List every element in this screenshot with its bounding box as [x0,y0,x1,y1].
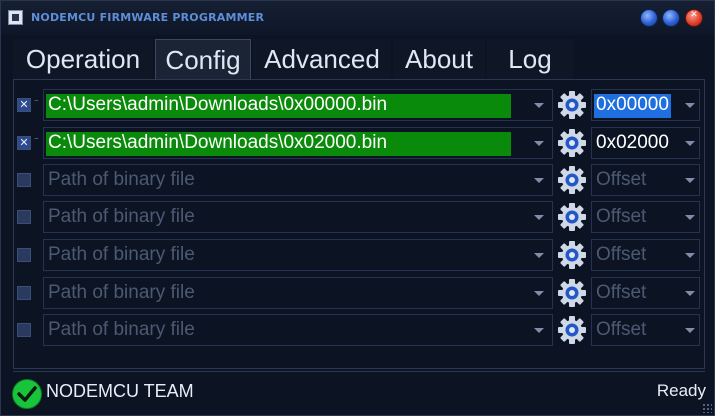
enable-checkbox[interactable] [17,286,31,300]
file-row: Path of binary file Offset [17,239,700,271]
check-icon [12,379,42,409]
offset-text: Offset [596,169,647,190]
file-row: ✕ ⁻ C:\Users\admin\Downloads\0x02000.bin 0x… [17,127,700,159]
chevron-down-icon[interactable] [685,141,695,146]
offset-combobox[interactable]: Offset [591,164,700,196]
edited-mark: ⁻ [34,136,39,146]
chevron-down-icon[interactable] [685,291,695,296]
title-bar[interactable]: NODEMCU FIRMWARE PROGRAMMER ✕ [1,1,714,35]
enable-checkbox[interactable]: ✕ [17,136,31,150]
gear-icon[interactable] [557,90,587,120]
chevron-down-icon[interactable] [534,328,544,333]
tab-log[interactable]: Log [487,39,573,79]
binary-path-combobox[interactable]: Path of binary file [43,164,553,196]
resize-grip[interactable] [702,403,712,413]
tab-operation[interactable]: Operation [13,39,153,79]
offset-text: Offset [596,282,647,303]
window-title: NODEMCU FIRMWARE PROGRAMMER [31,11,265,24]
binary-path-combobox[interactable]: Path of binary file [43,314,553,346]
maximize-button[interactable] [662,9,680,27]
offset-text: 0x00000 [594,94,671,118]
binary-path-text: Path of binary file [48,206,195,227]
binary-path-text: C:\Users\admin\Downloads\0x00000.bin [46,94,511,118]
edited-mark: ⁻ [34,98,39,108]
binary-path-text: Path of binary file [48,319,195,340]
chevron-down-icon[interactable] [685,328,695,333]
file-row: Path of binary file Offset [17,201,700,233]
close-button[interactable]: ✕ [685,9,703,27]
file-row: Path of binary file Offset [17,314,700,346]
status-bar: NODEMCU TEAM Ready [1,372,714,415]
offset-text: 0x02000 [596,132,669,153]
offset-text: Offset [596,244,647,265]
offset-combobox[interactable]: Offset [591,239,700,271]
offset-combobox[interactable]: 0x00000 [591,89,700,121]
team-label: NODEMCU TEAM [46,381,194,401]
gear-icon[interactable] [557,278,587,308]
gear-icon[interactable] [557,202,587,232]
offset-text: Offset [596,206,647,227]
close-icon: ✕ [690,10,698,20]
chevron-down-icon[interactable] [685,253,695,258]
app-window: NODEMCU FIRMWARE PROGRAMMER ✕ Operation … [0,0,715,416]
offset-combobox[interactable]: Offset [591,201,700,233]
binary-path-text: C:\Users\admin\Downloads\0x02000.bin [46,132,511,156]
chevron-down-icon[interactable] [534,103,544,108]
chevron-down-icon[interactable] [685,215,695,220]
minimize-button[interactable] [640,9,658,27]
binary-path-text: Path of binary file [48,169,195,190]
chevron-down-icon[interactable] [534,178,544,183]
tab-advanced[interactable]: Advanced [253,39,391,79]
enable-checkbox[interactable] [17,210,31,224]
gear-icon[interactable] [557,128,587,158]
tab-about[interactable]: About [393,39,485,79]
chevron-down-icon[interactable] [534,291,544,296]
chevron-down-icon[interactable] [534,253,544,258]
enable-checkbox[interactable] [17,323,31,337]
status-text: Ready [656,381,706,400]
binary-path-combobox[interactable]: Path of binary file [43,277,553,309]
binary-path-combobox[interactable]: C:\Users\admin\Downloads\0x00000.bin [43,89,553,121]
file-row: Path of binary file Offset [17,277,700,309]
binary-path-combobox[interactable]: Path of binary file [43,201,553,233]
offset-combobox[interactable]: Offset [591,314,700,346]
binary-path-text: Path of binary file [48,244,195,265]
app-icon [8,10,23,25]
enable-checkbox[interactable] [17,173,31,187]
offset-combobox[interactable]: 0x02000 [591,127,700,159]
chevron-down-icon[interactable] [685,178,695,183]
offset-text: Offset [596,319,647,340]
chevron-down-icon[interactable] [534,215,544,220]
file-row: ✕ ⁻ C:\Users\admin\Downloads\0x00000.bin 0x… [17,89,700,121]
enable-checkbox[interactable] [17,248,31,262]
gear-icon[interactable] [557,165,587,195]
binary-path-combobox[interactable]: C:\Users\admin\Downloads\0x02000.bin [43,127,553,159]
binary-path-combobox[interactable]: Path of binary file [43,239,553,271]
tab-config[interactable]: Config [155,39,251,81]
offset-combobox[interactable]: Offset [591,277,700,309]
binary-path-text: Path of binary file [48,282,195,303]
gear-icon[interactable] [557,240,587,270]
file-row: Path of binary file Offset [17,164,700,196]
chevron-down-icon[interactable] [534,141,544,146]
enable-checkbox[interactable]: ✕ [17,98,31,112]
gear-icon[interactable] [557,315,587,345]
chevron-down-icon[interactable] [685,103,695,108]
